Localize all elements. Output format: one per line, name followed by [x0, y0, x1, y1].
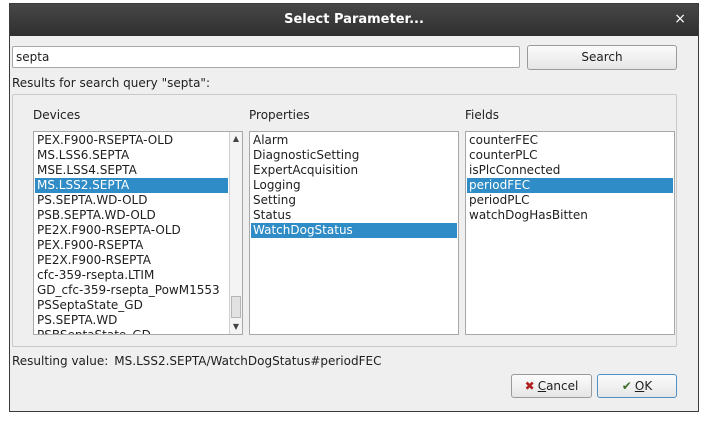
device-list-item[interactable]: PSSeptaState_GD	[35, 298, 228, 313]
cancel-x-icon: ✖	[524, 379, 535, 393]
field-list-item[interactable]: isPlcConnected	[467, 163, 673, 178]
device-list-item[interactable]: PE2X.F900-RSEPTA-OLD	[35, 223, 228, 238]
property-list-item[interactable]: Logging	[251, 178, 457, 193]
devices-label: Devices	[33, 108, 81, 122]
resulting-value: MS.LSS2.SEPTA/WatchDogStatus#periodFEC	[114, 354, 382, 368]
ok-button[interactable]: ✔ OK	[597, 374, 677, 398]
device-list-item[interactable]: PS.SEPTA.WD-OLD	[35, 193, 228, 208]
property-list-item[interactable]: Alarm	[251, 133, 457, 148]
device-list-item[interactable]: GD_cfc-359-rsepta_PowM1553	[35, 283, 228, 298]
device-list-item[interactable]: PE2X.F900-RSEPTA	[35, 253, 228, 268]
ok-label-rest: K	[644, 379, 653, 393]
device-list-item[interactable]: cfc-359-rsepta.LTIM	[35, 268, 228, 283]
property-list-item[interactable]: DiagnosticSetting	[251, 148, 457, 163]
properties-list[interactable]: Alarm DiagnosticSetting ExpertAcquisition L…	[249, 131, 459, 335]
search-input[interactable]	[12, 46, 520, 68]
close-icon[interactable]: ×	[674, 11, 686, 27]
property-list-item[interactable]: Setting	[251, 193, 457, 208]
fields-label: Fields	[465, 108, 499, 122]
properties-label: Properties	[249, 108, 310, 122]
devices-list[interactable]: PEX.F900-RSEPTA-OLD MS.LSS6.SEPTA MSE.LSS4…	[33, 131, 243, 335]
device-list-item[interactable]: PSBSeptaState_GD	[35, 328, 228, 334]
field-list-item[interactable]: watchDogHasBitten	[467, 208, 673, 223]
device-list-item[interactable]: PEX.F900-RSEPTA-OLD	[35, 133, 228, 148]
field-list-item[interactable]: counterFEC	[467, 133, 673, 148]
device-list-item[interactable]: PS.SEPTA.WD	[35, 313, 228, 328]
scroll-up-icon[interactable]: ▲	[230, 133, 242, 145]
results-label: Results for search query "septa":	[12, 76, 210, 90]
resulting-value-row: Resulting value: MS.LSS2.SEPTA/WatchDogSt…	[12, 354, 381, 368]
device-list-item[interactable]: MSE.LSS4.SEPTA	[35, 163, 228, 178]
ok-mnemonic: O	[634, 379, 645, 393]
cancel-label-rest: ancel	[546, 379, 579, 393]
devices-scrollbar[interactable]: ▲ ▼	[229, 132, 242, 334]
fields-list[interactable]: counterFEC counterPLC isPlcConnected period…	[465, 131, 675, 335]
scroll-down-icon[interactable]: ▼	[230, 321, 242, 333]
scrollbar-thumb[interactable]	[231, 296, 241, 318]
property-list-item[interactable]: WatchDogStatus	[251, 223, 457, 238]
cancel-button[interactable]: ✖ Cancel	[511, 374, 592, 398]
property-list-item[interactable]: ExpertAcquisition	[251, 163, 457, 178]
search-button[interactable]: Search	[527, 45, 677, 70]
title-bar[interactable]: Select Parameter... ×	[10, 4, 698, 36]
cancel-mnemonic: C	[537, 379, 547, 393]
field-list-item[interactable]: counterPLC	[467, 148, 673, 163]
resulting-value-label: Resulting value:	[12, 354, 109, 368]
field-list-item[interactable]: periodFEC	[467, 178, 673, 193]
property-list-item[interactable]: Status	[251, 208, 457, 223]
device-list-item[interactable]: MS.LSS6.SEPTA	[35, 148, 228, 163]
device-list-item[interactable]: PSB.SEPTA.WD-OLD	[35, 208, 228, 223]
field-list-item[interactable]: periodPLC	[467, 193, 673, 208]
checkmark-icon: ✔	[621, 379, 632, 393]
dialog-title: Select Parameter...	[284, 12, 424, 27]
device-list-item[interactable]: MS.LSS2.SEPTA	[35, 178, 228, 193]
device-list-item[interactable]: PEX.F900-RSEPTA	[35, 238, 228, 253]
